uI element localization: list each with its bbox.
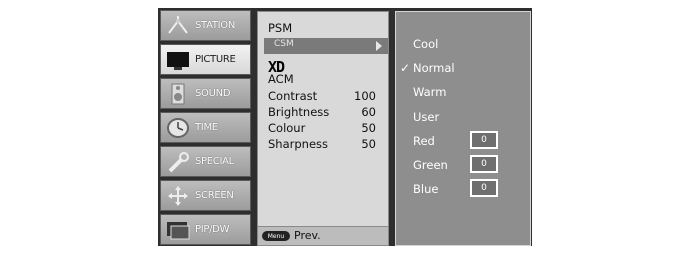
channel-green-value[interactable]: 0 xyxy=(470,155,498,173)
channel-green-label: Green xyxy=(413,158,448,172)
csm-submenu: Cool ✓ Normal Warm User Red 0 Green 0 Bl… xyxy=(395,11,531,246)
menu-item-psm[interactable]: PSM xyxy=(268,21,378,36)
menu-item-csm-label: CSM xyxy=(274,39,294,49)
arrows-icon xyxy=(161,182,195,209)
category-label: PICTURE xyxy=(195,54,236,65)
setting-sharpness[interactable]: Sharpness 50 xyxy=(268,137,378,152)
category-picture[interactable]: PICTURE xyxy=(160,44,251,75)
setting-label: Colour xyxy=(268,121,306,135)
setting-value: 50 xyxy=(361,137,376,151)
category-time[interactable]: TIME xyxy=(160,112,251,143)
category-sound[interactable]: SOUND xyxy=(160,78,251,109)
menu-item-csm[interactable]: CSM xyxy=(264,38,388,54)
csm-option-normal[interactable]: Normal xyxy=(413,61,455,76)
category-label: PIP/DW xyxy=(195,224,230,235)
csm-option-warm[interactable]: Warm xyxy=(413,85,446,100)
submenu-arrow-icon xyxy=(376,41,382,51)
clock-icon xyxy=(161,114,195,141)
setting-label: Contrast xyxy=(268,89,318,103)
category-label: TIME xyxy=(195,122,218,133)
csm-option-user[interactable]: User xyxy=(413,110,439,125)
menu-item-acm[interactable]: ACM xyxy=(268,72,378,87)
channel-blue-label: Blue xyxy=(413,182,439,196)
wrench-icon xyxy=(161,148,195,175)
channel-red-label: Red xyxy=(413,134,435,148)
setting-contrast[interactable]: Contrast 100 xyxy=(268,89,378,104)
channel-blue-value[interactable]: 0 xyxy=(470,179,498,197)
category-pip[interactable]: PIP/DW xyxy=(160,214,251,245)
setting-colour[interactable]: Colour 50 xyxy=(268,121,378,136)
category-label: SCREEN xyxy=(195,190,234,201)
checkmark-icon: ✓ xyxy=(400,61,411,75)
menu-button-icon: Menu xyxy=(262,231,290,241)
menu-footer: Menu Prev. xyxy=(258,226,388,245)
category-screen[interactable]: SCREEN xyxy=(160,180,251,211)
setting-value: 50 xyxy=(361,121,376,135)
channel-red-value[interactable]: 0 xyxy=(470,131,498,149)
speaker-icon xyxy=(161,80,195,107)
picture-in-picture-icon xyxy=(161,216,195,243)
csm-option-cool[interactable]: Cool xyxy=(413,37,438,52)
setting-value: 100 xyxy=(354,89,376,103)
setting-label: Brightness xyxy=(268,105,330,119)
antenna-icon xyxy=(161,12,195,39)
setting-label: Sharpness xyxy=(268,137,329,151)
picture-menu: PSM CSM XD ACM Contrast 100 Brightness 6… xyxy=(257,11,389,246)
category-station[interactable]: STATION xyxy=(160,10,251,41)
category-label: STATION xyxy=(195,20,236,31)
category-special[interactable]: SPECIAL xyxy=(160,146,251,177)
setting-value: 60 xyxy=(361,105,376,119)
setting-brightness[interactable]: Brightness 60 xyxy=(268,105,378,120)
prev-hint: Prev. xyxy=(294,229,321,242)
tv-screen-icon xyxy=(161,46,195,73)
category-label: SOUND xyxy=(195,88,231,99)
category-label: SPECIAL xyxy=(195,156,234,167)
